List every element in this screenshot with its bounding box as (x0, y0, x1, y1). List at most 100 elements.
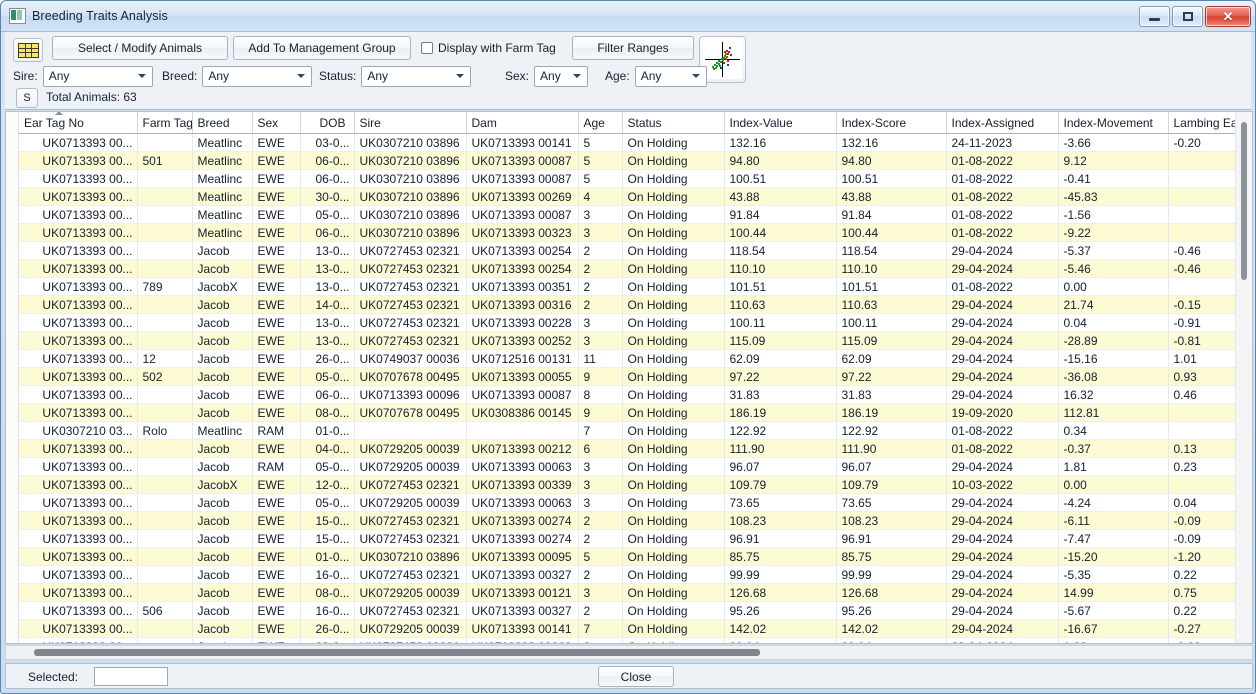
table-cell: UK0713393 00... (19, 601, 138, 620)
table-row[interactable]: UK0713393 00... Jacob EWE 04-0... UK0729205 … (19, 439, 1252, 458)
table-row[interactable]: UK0713393 00... JacobX EWE 12-0... UK0727453… (19, 475, 1252, 494)
sex-label: Sex: (505, 69, 530, 83)
table-row[interactable]: UK0713393 00... Jacob EWE 08-0... UK0729205 … (19, 583, 1252, 602)
column-header-index-assigned[interactable]: Index-Assigned (946, 112, 1059, 134)
table-row[interactable]: UK0713393 00... 506 Jacob EWE 16-0... UK07274… (19, 601, 1252, 620)
filter-ranges-button[interactable]: Filter Ranges (572, 36, 694, 60)
table-row[interactable]: UK0713393 00... Jacob EWE 13-0... UK0727453 … (19, 313, 1252, 332)
table-row[interactable]: UK0713393 00... Jacob EWE 05-0... UK0729205 … (19, 493, 1252, 512)
table-cell: 7 (578, 421, 623, 440)
table-cell: Meatlinc (192, 421, 253, 440)
breed-select[interactable]: Any (202, 65, 313, 87)
table-row[interactable]: UK0713393 00... Jacob EWE 14-0... UK0727453 … (19, 295, 1252, 314)
table-cell: EWE (252, 475, 301, 494)
table-cell: EWE (252, 259, 301, 278)
column-header-age[interactable]: Age (578, 112, 623, 134)
table-cell: -6.11 (1058, 511, 1169, 530)
table-cell: Jacob (192, 565, 253, 584)
table-cell: Jacob (192, 403, 253, 422)
table-row[interactable]: UK0713393 00... Meatlinc EWE 06-0... UK03072… (19, 169, 1252, 188)
table-row[interactable]: UK0713393 00... Jacob EWE 13-0... UK0727453 … (19, 241, 1252, 260)
table-row[interactable]: UK0713393 00... Jacob EWE 08-0... UK0707678 … (19, 403, 1252, 422)
column-header-index-score[interactable]: Index-Score (836, 112, 947, 134)
column-header-sex[interactable]: Sex (252, 112, 301, 134)
toolbar-row-buttons: Select / Modify Animals Add To Managemen… (5, 36, 1251, 83)
column-header-index-value[interactable]: Index-Value (724, 112, 837, 134)
column-header-breed[interactable]: Breed (192, 112, 253, 134)
table-row[interactable]: UK0713393 00... Jacob RAM 05-0... UK0729205 … (19, 457, 1252, 476)
table-cell: 115.09 (836, 331, 947, 350)
table-row[interactable]: UK0713393 00... Jacob EWE 13-0... UK0727453 … (19, 259, 1252, 278)
table-cell (137, 565, 193, 584)
table-row[interactable]: UK0713393 00... Jacob EWE 26-0... UK0729205 … (19, 619, 1252, 638)
select-modify-animals-button[interactable]: Select / Modify Animals (52, 36, 228, 60)
grid-icon (17, 42, 39, 58)
table-row[interactable]: UK0713393 00... 501 Meatlinc EWE 06-0... UK03… (19, 151, 1252, 170)
maximize-button[interactable] (1172, 5, 1203, 27)
table-row[interactable]: UK0307210 03... Rolo Meatlinc RAM 01-0... 7 On… (19, 421, 1252, 440)
display-with-farm-tag-label: Display with Farm Tag (438, 41, 556, 55)
table-row[interactable]: UK0713393 00... Meatlinc EWE 05-0... UK03072… (19, 205, 1252, 224)
horizontal-scrollbar[interactable] (5, 645, 1253, 660)
table-row[interactable]: UK0713393 00... JacobEWE23-0...UK0727453 … (19, 637, 1252, 643)
grid-scroll-area[interactable]: Ear Tag No Farm Tag Breed Sex DOB Sire D… (19, 112, 1252, 643)
grid-view-button[interactable] (13, 38, 43, 62)
age-select[interactable]: Any (634, 65, 707, 87)
table-row[interactable]: UK0713393 00... Meatlinc EWE 30-0... UK03072… (19, 187, 1252, 206)
sort-button[interactable]: S (16, 88, 38, 108)
column-header-sire[interactable]: Sire (354, 112, 467, 134)
table-cell: 26-0... (300, 349, 355, 368)
column-header-dob[interactable]: DOB (300, 112, 355, 134)
table-row[interactable]: UK0713393 00... Jacob EWE 15-0... UK0727453 … (19, 511, 1252, 530)
vertical-scrollbar[interactable] (1235, 112, 1252, 643)
table-row[interactable]: UK0713393 00... Jacob EWE 15-0... UK0727453 … (19, 529, 1252, 548)
table-cell: 5 (578, 133, 623, 152)
table-row[interactable]: UK0713393 00... 502 Jacob EWE 05-0... UK07076… (19, 367, 1252, 386)
close-button[interactable]: Close (598, 666, 674, 687)
table-cell: 2 (578, 277, 623, 296)
table-cell: UK0713393 00327 (466, 601, 579, 620)
table-cell: UK0713393 00339 (466, 475, 579, 494)
vertical-scrollbar-thumb[interactable] (1241, 122, 1247, 280)
table-cell: 3 (578, 457, 623, 476)
table-row[interactable]: UK0713393 00... Jacob EWE 16-0... UK0727453 … (19, 565, 1252, 584)
sex-select[interactable]: Any (534, 65, 589, 87)
table-cell: 01-08-2022 (946, 151, 1059, 170)
table-cell: UK0713393 00121 (466, 583, 579, 602)
table-cell: 110.10 (724, 259, 837, 278)
table-cell: UK0713393 00087 (466, 385, 579, 404)
selected-input[interactable] (94, 667, 168, 686)
table-row[interactable]: UK0713393 00... Jacob EWE 13-0... UK0727453 … (19, 331, 1252, 350)
add-to-management-group-button[interactable]: Add To Management Group (233, 36, 411, 60)
table-row[interactable]: UK0713393 00... 789 JacobX EWE 13-0... UK0727… (19, 277, 1252, 296)
table-cell: 501 (137, 151, 193, 170)
horizontal-scrollbar-thumb[interactable] (34, 649, 760, 656)
table-cell: On Holding (622, 331, 725, 350)
sire-select[interactable]: Any (42, 65, 153, 87)
column-header-index-movement[interactable]: Index-Movement (1058, 112, 1169, 134)
table-row[interactable]: UK0713393 00... 12 Jacob EWE 26-0... UK074903… (19, 349, 1252, 368)
table-cell: 96.07 (724, 457, 837, 476)
table-cell: 01-08-2022 (946, 223, 1059, 242)
close-window-button[interactable]: ✕ (1205, 5, 1251, 27)
display-with-farm-tag-checkbox[interactable]: Display with Farm Tag (421, 36, 556, 60)
table-row[interactable]: UK0713393 00... Jacob EWE 06-0... UK0713393 … (19, 385, 1252, 404)
table-row[interactable]: UK0713393 00... Jacob EWE 01-0... UK0307210 … (19, 547, 1252, 566)
minimize-button[interactable] (1139, 5, 1170, 27)
column-header-ear-tag-no[interactable]: Ear Tag No (19, 112, 138, 134)
table-cell: UK0713393 00... (19, 565, 138, 584)
status-select[interactable]: Any (361, 65, 472, 87)
row-selector-gutter[interactable] (6, 112, 19, 643)
table-cell: UK0727453 02321 (354, 313, 467, 332)
table-cell: 13-0... (300, 331, 355, 350)
table-row[interactable]: UK0713393 00... Meatlinc EWE 06-0... UK03072… (19, 223, 1252, 242)
table-cell: -15.20 (1058, 547, 1169, 566)
column-header-dam[interactable]: Dam (466, 112, 579, 134)
table-cell (354, 421, 467, 440)
column-header-status[interactable]: Status (622, 112, 725, 134)
table-row[interactable]: UK0713393 00... Meatlinc EWE 03-0... UK03072… (19, 133, 1252, 152)
minimize-icon (1149, 17, 1160, 21)
table-cell: 108.23 (724, 511, 837, 530)
table-cell: 08-0... (300, 403, 355, 422)
column-header-farm-tag[interactable]: Farm Tag (137, 112, 193, 134)
